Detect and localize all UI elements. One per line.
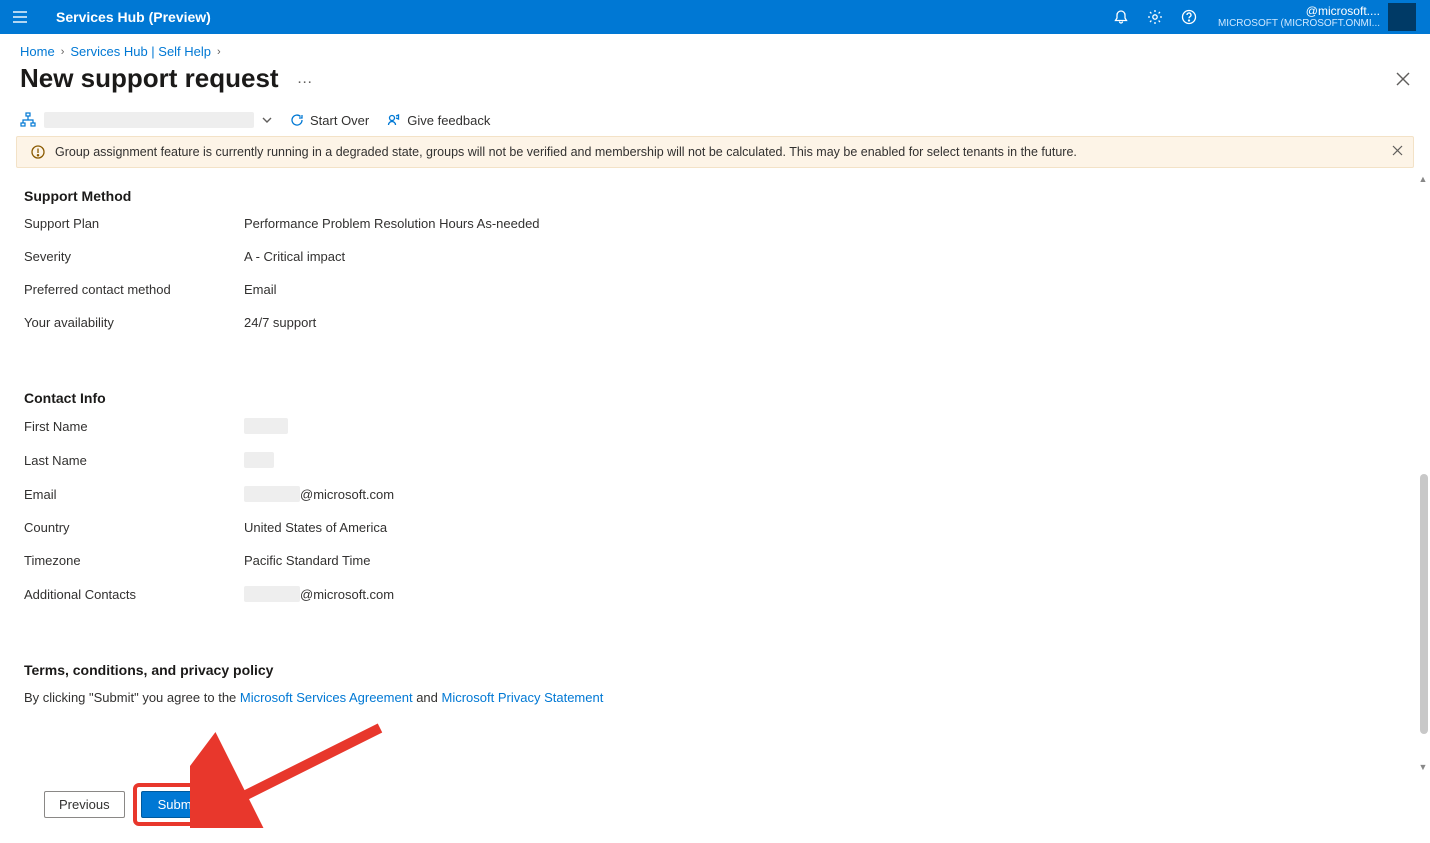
- account-email: @microsoft....: [1218, 5, 1380, 18]
- row-support-plan: Support Plan Performance Problem Resolut…: [24, 216, 1406, 231]
- scope-selector[interactable]: [20, 112, 272, 128]
- row-additional-contacts: Additional Contacts @microsoft.com: [24, 586, 1406, 602]
- terms-and: and: [413, 690, 442, 705]
- give-feedback-label: Give feedback: [407, 113, 490, 128]
- chevron-right-icon: ›: [61, 46, 65, 58]
- hierarchy-icon: [20, 112, 36, 128]
- more-actions-button[interactable]: …: [297, 70, 314, 88]
- warning-banner: Group assignment feature is currently ru…: [16, 136, 1414, 168]
- label-preferred-contact: Preferred contact method: [24, 282, 244, 297]
- notifications-icon[interactable]: [1104, 0, 1138, 34]
- value-email-prefix-redacted: [244, 486, 300, 502]
- value-severity: A - Critical impact: [244, 249, 345, 264]
- label-first-name: First Name: [24, 419, 244, 434]
- label-support-plan: Support Plan: [24, 216, 244, 231]
- give-feedback-button[interactable]: Give feedback: [387, 113, 490, 128]
- row-timezone: Timezone Pacific Standard Time: [24, 553, 1406, 568]
- account-menu[interactable]: @microsoft.... MICROSOFT (MICROSOFT.ONMI…: [1206, 0, 1422, 34]
- command-bar: Start Over Give feedback: [0, 108, 1430, 136]
- row-first-name: First Name: [24, 418, 1406, 434]
- start-over-button[interactable]: Start Over: [290, 113, 369, 128]
- app-title: Services Hub (Preview): [56, 9, 211, 25]
- section-support-method-header: Support Method: [24, 188, 1406, 204]
- close-blade-button[interactable]: [1396, 72, 1410, 86]
- previous-button[interactable]: Previous: [44, 791, 125, 818]
- label-timezone: Timezone: [24, 553, 244, 568]
- row-last-name: Last Name: [24, 452, 1406, 468]
- breadcrumb-self-help[interactable]: Services Hub | Self Help: [70, 44, 211, 59]
- help-icon[interactable]: [1172, 0, 1206, 34]
- footer-bar: Previous Submit: [0, 772, 1430, 836]
- terms-text: By clicking "Submit" you agree to the Mi…: [24, 690, 1406, 705]
- page-title: New support request: [20, 63, 279, 94]
- label-additional-contacts: Additional Contacts: [24, 587, 244, 602]
- settings-gear-icon[interactable]: [1138, 0, 1172, 34]
- terms-prefix: By clicking "Submit" you agree to the: [24, 690, 240, 705]
- top-header-bar: Services Hub (Preview) @microsoft.... MI…: [0, 0, 1430, 34]
- feedback-icon: [387, 113, 401, 127]
- value-preferred-contact: Email: [244, 282, 277, 297]
- form-content-scroll[interactable]: Support Method Support Plan Performance …: [0, 174, 1430, 772]
- breadcrumb: Home › Services Hub | Self Help ›: [0, 34, 1430, 63]
- chevron-right-icon: ›: [217, 46, 221, 58]
- label-availability: Your availability: [24, 315, 244, 330]
- page-title-row: New support request …: [0, 63, 1430, 108]
- value-timezone: Pacific Standard Time: [244, 553, 370, 568]
- row-availability: Your availability 24/7 support: [24, 315, 1406, 330]
- row-severity: Severity A - Critical impact: [24, 249, 1406, 264]
- warning-icon: [31, 145, 45, 159]
- section-terms-header: Terms, conditions, and privacy policy: [24, 662, 1406, 678]
- submit-highlight-annotation: Submit: [133, 783, 223, 826]
- hamburger-menu-button[interactable]: [8, 5, 32, 29]
- row-country: Country United States of America: [24, 520, 1406, 535]
- row-preferred-contact: Preferred contact method Email: [24, 282, 1406, 297]
- label-last-name: Last Name: [24, 453, 244, 468]
- value-availability: 24/7 support: [244, 315, 316, 330]
- label-severity: Severity: [24, 249, 244, 264]
- account-tenant: MICROSOFT (MICROSOFT.ONMI...: [1218, 18, 1380, 29]
- chevron-down-icon: [262, 115, 272, 125]
- value-additional-suffix: @microsoft.com: [300, 587, 394, 602]
- value-email-suffix: @microsoft.com: [300, 487, 394, 502]
- row-email: Email @microsoft.com: [24, 486, 1406, 502]
- value-first-name-redacted: [244, 418, 288, 434]
- label-country: Country: [24, 520, 244, 535]
- value-additional-prefix-redacted: [244, 586, 300, 602]
- dismiss-banner-button[interactable]: [1392, 145, 1403, 156]
- label-email: Email: [24, 487, 244, 502]
- submit-button[interactable]: Submit: [141, 791, 215, 818]
- value-last-name-redacted: [244, 452, 274, 468]
- avatar: [1388, 3, 1416, 31]
- value-country: United States of America: [244, 520, 387, 535]
- restart-icon: [290, 113, 304, 127]
- value-support-plan: Performance Problem Resolution Hours As-…: [244, 216, 540, 231]
- warning-message: Group assignment feature is currently ru…: [55, 145, 1077, 159]
- start-over-label: Start Over: [310, 113, 369, 128]
- scope-value-redacted: [44, 112, 254, 128]
- section-contact-info-header: Contact Info: [24, 390, 1406, 406]
- link-msa[interactable]: Microsoft Services Agreement: [240, 690, 413, 705]
- breadcrumb-home[interactable]: Home: [20, 44, 55, 59]
- link-privacy[interactable]: Microsoft Privacy Statement: [442, 690, 604, 705]
